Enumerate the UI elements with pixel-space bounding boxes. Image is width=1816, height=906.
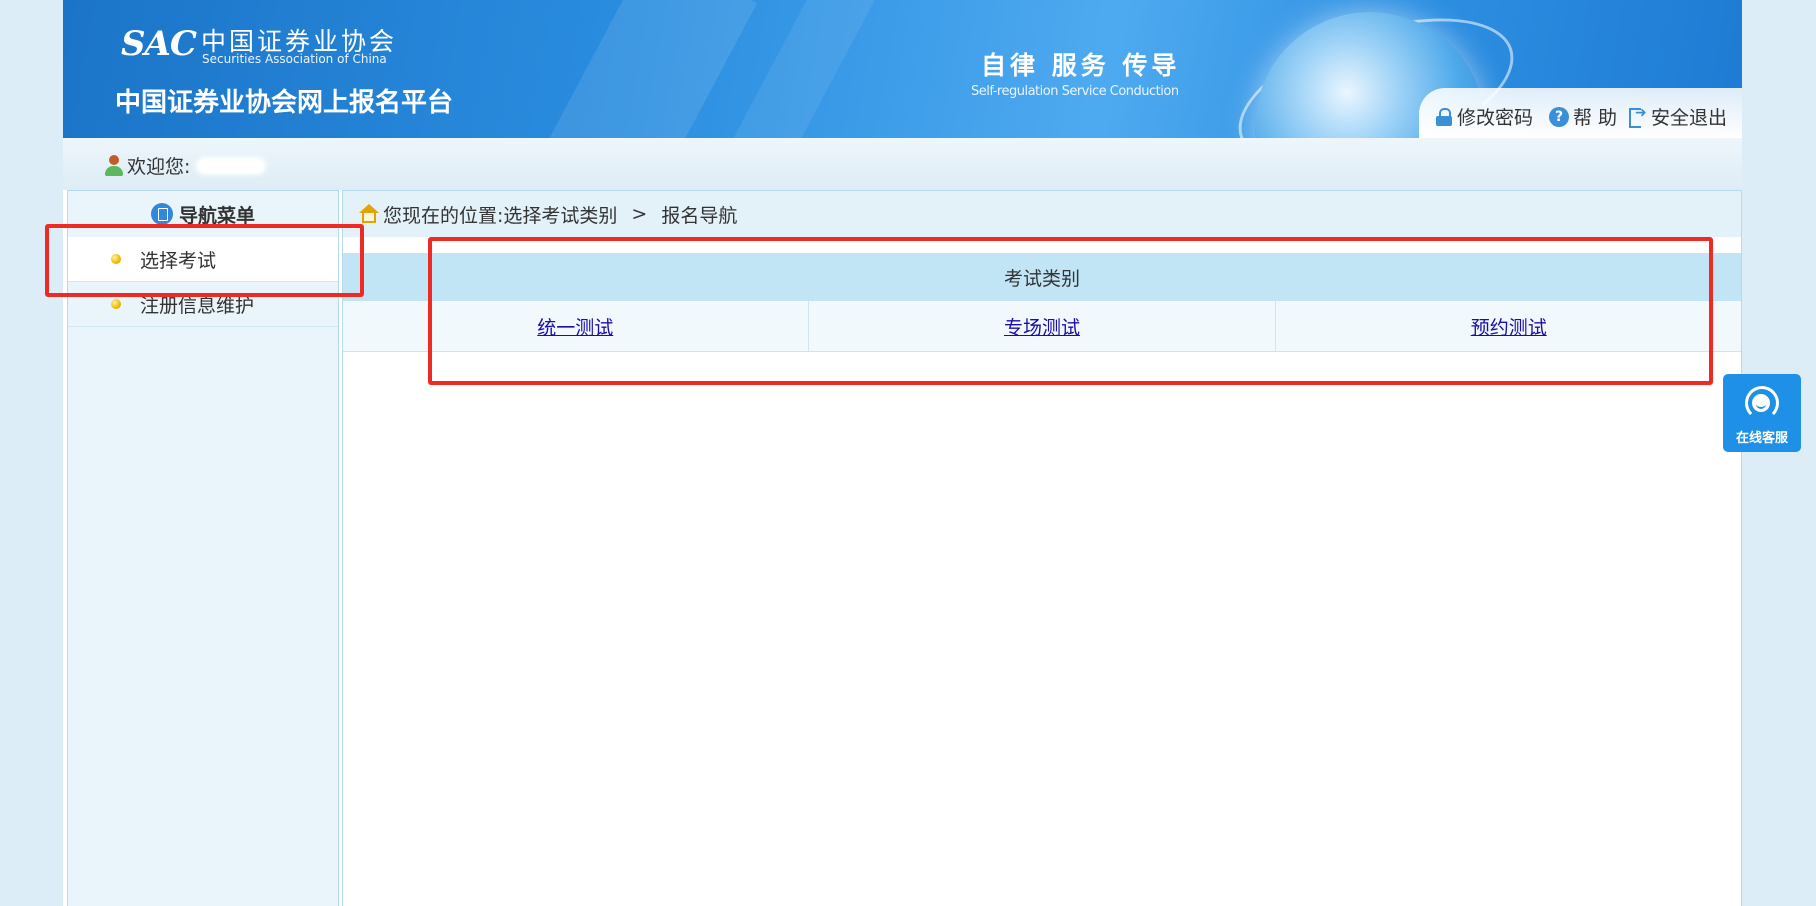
slogan-english: Self-regulation Service Conduction (971, 84, 1179, 99)
logout-link[interactable]: 安全退出 (1629, 103, 1727, 130)
sac-logo: SAC (121, 24, 197, 64)
breadcrumb: 您现在的位置: 选择考试类别 > 报名导航 (343, 191, 1741, 237)
user-icon (105, 154, 123, 177)
lock-icon (1435, 107, 1453, 126)
annotation-box-sidebar (45, 224, 364, 297)
site-title: 中国证券业协会网上报名平台 (115, 88, 454, 118)
headset-icon (1743, 384, 1779, 420)
annotation-box-exam-table (428, 237, 1713, 385)
online-service-label: 在线客服 (1735, 431, 1788, 446)
online-service-button[interactable]: 在线客服 (1723, 374, 1801, 452)
change-password-label: 修改密码 (1457, 107, 1534, 129)
home-icon (358, 204, 380, 224)
sidebar-nav: 导航菜单 选择考试 注册信息维护 (67, 190, 339, 906)
logout-label: 安全退出 (1651, 107, 1728, 129)
page: SAC 中国证券业协会 Securities Association of Ch… (0, 0, 1816, 906)
bullet-icon (111, 299, 121, 309)
change-password-link[interactable]: 修改密码 (1435, 103, 1533, 130)
help-icon: ? (1549, 106, 1569, 127)
menu-icon (150, 203, 173, 225)
welcome-bar: 欢迎您: (63, 138, 1742, 190)
breadcrumb-separator: > (631, 203, 648, 225)
welcome-label: 欢迎您: (127, 156, 191, 178)
breadcrumb-level1: 选择考试类别 (503, 204, 618, 227)
slogan-chinese: 自律 服务 传导 (981, 51, 1181, 80)
welcome-message: 欢迎您: (105, 152, 267, 179)
help-link[interactable]: ? 帮 助 (1549, 103, 1617, 130)
breadcrumb-level2: 报名导航 (661, 204, 738, 227)
header-links: 修改密码 ? 帮 助 安全退出 (1419, 88, 1742, 138)
redacted-username (196, 156, 267, 175)
logo-english-name: Securities Association of China (202, 52, 387, 66)
logout-icon (1629, 105, 1647, 128)
breadcrumb-prefix: 您现在的位置: (383, 204, 504, 227)
header-shine (528, 0, 758, 138)
main-frame: SAC 中国证券业协会 Securities Association of Ch… (63, 0, 1742, 906)
help-label: 帮 助 (1573, 107, 1618, 129)
site-header: SAC 中国证券业协会 Securities Association of Ch… (63, 0, 1742, 138)
